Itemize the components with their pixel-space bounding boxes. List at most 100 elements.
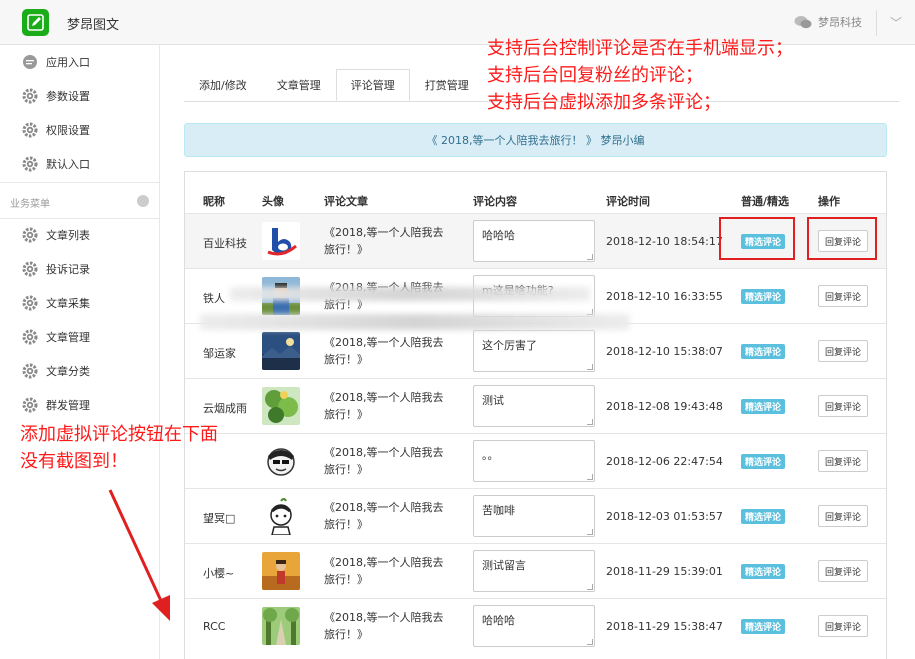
comment-time: 2018-12-06 22:47:54: [606, 455, 723, 468]
comment-content-text: 哈哈哈: [482, 229, 515, 242]
gear-icon: [22, 122, 38, 138]
sidebar-item-article-list[interactable]: 文章列表: [22, 227, 90, 243]
resize-handle-icon[interactable]: [587, 364, 593, 370]
sidebar-item-label: 文章列表: [46, 229, 90, 242]
comment-content-text: 哈哈哈: [482, 614, 515, 627]
featured-badge-button[interactable]: 精选评论: [741, 344, 786, 359]
comment-nick: 云烟成雨: [203, 402, 247, 415]
reply-comment-button[interactable]: 回复评论: [818, 450, 869, 472]
comment-nick: RCC: [203, 620, 226, 633]
comment-content-text: 这个厉害了: [482, 339, 537, 352]
comment-article: 《2018,等一个人陪我去旅行！》: [324, 501, 444, 531]
sidebar-item-default-entry[interactable]: 默认入口: [22, 156, 90, 172]
featured-badge-button[interactable]: 精选评论: [741, 509, 786, 524]
gear-icon: [22, 261, 38, 277]
sidebar-item-label: 文章分类: [46, 365, 90, 378]
annotation-line: 添加虚拟评论按钮在下面: [20, 424, 218, 445]
table-row: 云烟成雨 《2018,等一个人陪我去旅行！》 测试 2018-12-08 19:…: [185, 378, 886, 433]
header-content: 评论内容: [473, 195, 517, 208]
resize-handle-icon[interactable]: [587, 254, 593, 260]
annotation-note: 添加虚拟评论按钮在下面 没有截图到！: [20, 421, 218, 475]
main-content: 添加/修改 文章管理 评论管理 打赏管理 《 2018,等一个人陪我去旅行！ 》…: [160, 45, 915, 659]
reply-comment-button[interactable]: 回复评论: [818, 505, 869, 527]
tab-article-manage[interactable]: 文章管理: [262, 69, 336, 101]
wechat-icon: [794, 16, 812, 29]
comment-article: 《2018,等一个人陪我去旅行！》: [324, 336, 444, 366]
header-action: 操作: [818, 195, 840, 208]
sidebar-item-app-entry[interactable]: 应用入口: [22, 54, 90, 70]
resize-handle-icon[interactable]: [587, 529, 593, 535]
privacy-blur: [230, 287, 590, 301]
sidebar-item-article-manage[interactable]: 文章管理: [22, 329, 90, 345]
highlight-box-featured: [719, 217, 795, 260]
comment-nick: 百业科技: [203, 237, 247, 250]
sidebar-item-label: 应用入口: [46, 56, 90, 69]
gear-icon: [22, 329, 38, 345]
sidebar-item-article-category[interactable]: 文章分类: [22, 363, 90, 379]
sidebar-item-permissions[interactable]: 权限设置: [22, 122, 90, 138]
avatar: [262, 552, 300, 590]
reply-comment-button[interactable]: 回复评论: [818, 340, 869, 362]
comment-content-field[interactable]: 哈哈哈: [473, 605, 595, 647]
table-row: 邹运家 《2018,等一个人陪我去旅行！》 这个厉害了 2018-12-10 1…: [185, 323, 886, 378]
featured-badge-button[interactable]: 精选评论: [741, 564, 786, 579]
comment-time: 2018-12-10 18:54:17: [606, 235, 723, 248]
annotation-line: 支持后台控制评论是否在手机端显示；: [487, 38, 793, 59]
featured-badge-button[interactable]: 精选评论: [741, 454, 786, 469]
comment-content-field[interactable]: 。。: [473, 440, 595, 482]
comment-nick: 邹运家: [203, 347, 236, 360]
chevron-down-icon[interactable]: ﹀: [890, 14, 902, 31]
sidebar-section-label: 业务菜单: [10, 199, 50, 210]
sidebar-item-complaints[interactable]: 投诉记录: [22, 261, 90, 277]
header-time: 评论时间: [606, 195, 650, 208]
table-row: 小樱~ 《2018,等一个人陪我去旅行！》 测试留言 2018-11-29 15…: [185, 543, 886, 598]
avatar: [262, 442, 300, 480]
reply-comment-button[interactable]: 回复评论: [818, 615, 869, 637]
sidebar-item-params[interactable]: 参数设置: [22, 88, 90, 104]
featured-badge-button[interactable]: 精选评论: [741, 289, 786, 304]
comment-content-text: 。。: [482, 449, 499, 462]
reply-comment-button[interactable]: 回复评论: [818, 285, 869, 307]
table-row: RCC 《2018,等一个人陪我去旅行！》 哈哈哈 2018-11-29 15:…: [185, 598, 886, 653]
comment-content-field[interactable]: 这个厉害了: [473, 330, 595, 372]
comment-content-field[interactable]: 哈哈哈: [473, 220, 595, 262]
comment-content-field[interactable]: 苦咖啡: [473, 495, 595, 537]
comment-content-field[interactable]: 测试: [473, 385, 595, 427]
resize-handle-icon[interactable]: [587, 584, 593, 590]
header-nick: 昵称: [203, 195, 225, 208]
sidebar-item-article-collect[interactable]: 文章采集: [22, 295, 90, 311]
resize-handle-icon[interactable]: [587, 639, 593, 645]
comment-content-text: 苦咖啡: [482, 504, 515, 517]
avatar: [262, 497, 300, 535]
company-info[interactable]: 梦昂科技: [794, 14, 862, 30]
annotation-line: 没有截图到！: [20, 451, 128, 472]
tab-add-edit[interactable]: 添加/修改: [184, 69, 262, 101]
sidebar-item-label: 参数设置: [46, 90, 90, 103]
sidebar-item-label: 文章采集: [46, 297, 90, 310]
tab-bar: 添加/修改 文章管理 评论管理 打赏管理: [184, 69, 484, 101]
header-avatar: 头像: [262, 195, 284, 208]
comment-content-field[interactable]: 测试留言: [473, 550, 595, 592]
featured-badge-button[interactable]: 精选评论: [741, 399, 786, 414]
sidebar-item-label: 群发管理: [46, 399, 90, 412]
annotation-line: 支持后台回复粉丝的评论；: [487, 65, 703, 86]
app-logo: [22, 9, 49, 36]
comment-nick: 小樱~: [203, 567, 235, 580]
comment-nick: 望冥□: [203, 512, 236, 525]
sidebar-item-mass-send[interactable]: 群发管理: [22, 397, 90, 413]
reply-comment-button[interactable]: 回复评论: [818, 560, 869, 582]
comment-time: 2018-12-08 19:43:48: [606, 400, 723, 413]
reply-comment-button[interactable]: 回复评论: [818, 395, 869, 417]
resize-handle-icon[interactable]: [587, 474, 593, 480]
resize-handle-icon[interactable]: [587, 419, 593, 425]
gear-icon: [22, 295, 38, 311]
comment-content-text: 测试: [482, 394, 504, 407]
section-toggle-icon[interactable]: [137, 195, 149, 207]
company-name: 梦昂科技: [818, 16, 862, 29]
featured-badge-button[interactable]: 精选评论: [741, 619, 786, 634]
tab-comment-manage[interactable]: 评论管理: [335, 69, 410, 101]
tab-tip-manage[interactable]: 打赏管理: [410, 69, 484, 101]
annotation-line: 支持后台虚拟添加多条评论；: [487, 92, 721, 113]
edit-icon: [27, 14, 44, 31]
top-separator: [876, 10, 877, 36]
